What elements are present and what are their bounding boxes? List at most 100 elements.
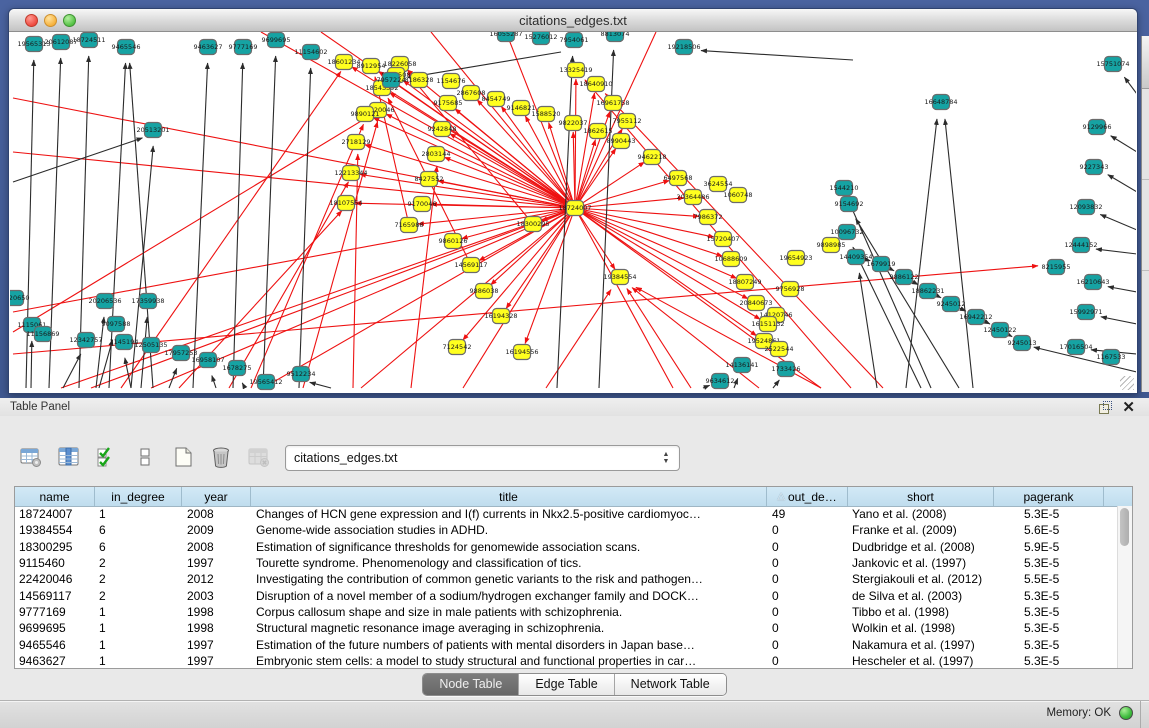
table-cell[interactable]: 9777169 [15,605,95,619]
column-header-out_de[interactable]: △out_de… [767,487,848,506]
zoom-window-icon[interactable] [63,14,76,27]
graph-edge[interactable] [1096,249,1136,254]
table-cell[interactable]: Disruption of a novel member of a sodium… [251,589,767,603]
table-cell[interactable]: 2003 [182,589,251,603]
table-cell[interactable]: 5.3E-5 [994,605,1104,619]
show-columns-icon[interactable] [56,444,82,470]
table-cell[interactable]: Corpus callosum shape and size in male p… [251,605,767,619]
new-file-icon[interactable] [170,444,196,470]
graph-edge[interactable] [169,368,177,388]
tab-node-table[interactable]: Node Table [423,674,519,695]
minimize-window-icon[interactable] [44,14,57,27]
graph-edge[interactable] [360,174,575,208]
table-cell[interactable]: Dudbridge et al. (2008) [848,540,994,554]
memory-ok-indicator-icon[interactable] [1119,706,1133,720]
network-window-titlebar[interactable]: citations_edges.txt [9,9,1137,32]
table-cell[interactable]: 14569117 [15,589,95,603]
graph-edge[interactable] [1108,175,1136,192]
table-row[interactable]: 1456911722003Disruption of a novel membe… [15,587,1118,603]
graph-edge[interactable] [575,79,576,208]
table-cell[interactable]: 22420046 [15,572,95,586]
table-cell[interactable]: 18724007 [15,507,95,521]
table-cell[interactable]: 5.3E-5 [994,556,1104,570]
table-cell[interactable]: Wolkin et al. (1998) [848,621,994,635]
table-cell[interactable]: 5.3E-5 [994,621,1104,635]
table-cell[interactable]: 2009 [182,523,251,537]
table-row[interactable]: 1830029562008Estimation of significance … [15,539,1118,555]
table-row[interactable]: 969969511998Structural magnetic resonanc… [15,620,1118,636]
close-panel-icon[interactable]: ✕ [1122,401,1135,414]
table-cell[interactable]: 1 [95,621,182,635]
graph-edge[interactable] [229,182,348,388]
table-cell[interactable]: 1 [95,638,182,652]
graph-edge[interactable] [455,109,575,208]
graph-edge[interactable] [263,208,575,388]
table-cell[interactable]: Stergiakouli et al. (2012) [848,572,994,586]
table-cell[interactable]: Jankovic et al. (1997) [848,556,994,570]
column-header-year[interactable]: year [182,487,251,506]
table-cell[interactable]: 0 [767,605,848,619]
table-cell[interactable]: Changes of HCN gene expression and I(f) … [251,507,767,521]
table-cell[interactable]: Structural magnetic resonance image aver… [251,621,767,635]
graph-edge[interactable] [299,68,311,388]
table-cell[interactable]: 5.3E-5 [994,654,1104,668]
graph-edge[interactable] [627,289,691,388]
table-row[interactable]: 946554611997Estimation of the future num… [15,636,1118,652]
graph-edge[interactable] [212,376,216,388]
graph-edge[interactable] [13,117,368,332]
table-cell[interactable]: 5.5E-5 [994,572,1104,586]
graph-edge[interactable] [408,52,561,78]
column-header-short[interactable]: short [848,487,994,506]
select-attributes-icon[interactable] [94,444,120,470]
graph-edge[interactable] [859,273,877,388]
table-cell[interactable]: Hescheler et al. (1997) [848,654,994,668]
table-cell[interactable]: 5.9E-5 [994,540,1104,554]
graph-edge[interactable] [63,354,81,388]
graph-edge[interactable] [1100,215,1136,230]
citation-network-graph[interactable]: 1872400718601234891295418226058982750818… [10,32,1136,392]
table-cell[interactable]: 2 [95,572,182,586]
table-cell[interactable]: 0 [767,540,848,554]
tab-network-table[interactable]: Network Table [615,674,726,695]
graph-edge[interactable] [701,51,853,60]
table-cell[interactable]: 1997 [182,654,251,668]
table-cell[interactable]: 1997 [182,556,251,570]
table-cell[interactable]: Estimation of the future numbers of pati… [251,638,767,652]
close-window-icon[interactable] [25,14,38,27]
table-cell[interactable]: 0 [767,589,848,603]
table-selector-dropdown[interactable]: citations_edges.txt ▲▼ [285,445,680,471]
table-cell[interactable]: 2008 [182,540,251,554]
table-cell[interactable]: 5.3E-5 [994,507,1104,521]
graph-edge[interactable] [773,380,779,388]
column-header-title[interactable]: title [251,487,767,506]
table-cell[interactable]: Franke et al. (2009) [848,523,994,537]
graph-edge[interactable] [1101,317,1136,324]
graph-edge[interactable] [13,138,142,182]
graph-edge[interactable] [365,145,575,208]
table-cell[interactable]: 1998 [182,621,251,635]
graph-edge[interactable] [575,148,616,208]
table-cell[interactable]: 1 [95,654,182,668]
table-cell[interactable]: 19384554 [15,523,95,537]
trash-icon[interactable] [208,444,234,470]
table-cell[interactable]: 1 [95,605,182,619]
table-cell[interactable]: Investigating the contribution of common… [251,572,767,586]
table-cell[interactable]: 2 [95,589,182,603]
table-cell[interactable]: 2012 [182,572,251,586]
table-cell[interactable]: 5.6E-5 [994,523,1104,537]
table-cell[interactable]: 2 [95,556,182,570]
table-row[interactable]: 1938455462009Genome-wide association stu… [15,522,1118,538]
table-cell[interactable]: 0 [767,572,848,586]
graph-edge[interactable] [361,208,575,388]
table-cell[interactable]: Tourette syndrome. Phenomenology and cla… [251,556,767,570]
column-header-pagerank[interactable]: pagerank [994,487,1104,506]
table-cell[interactable]: 6 [95,540,182,554]
table-row[interactable]: 946362711997Embryonic stem cells: a mode… [15,653,1118,668]
table-cell[interactable]: 2008 [182,507,251,521]
table-scrollbar[interactable] [1117,506,1132,668]
graph-edge[interactable] [1108,287,1136,292]
tab-edge-table[interactable]: Edge Table [519,674,614,695]
table-cell[interactable]: Yano et al. (2008) [848,507,994,521]
table-row[interactable]: 911546021997Tourette syndrome. Phenomeno… [15,555,1118,571]
table-cell[interactable]: 0 [767,621,848,635]
